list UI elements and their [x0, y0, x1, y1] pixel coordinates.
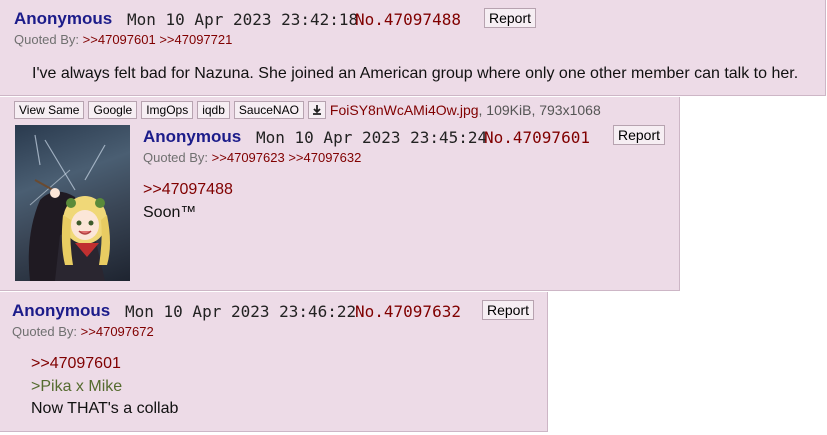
post-date: Mon 10 Apr 2023 23:46:22 — [125, 302, 357, 321]
post-number-link[interactable]: No.47097488 — [355, 10, 461, 29]
post-47097632: Anonymous Mon 10 Apr 2023 23:46:22 No.47… — [0, 292, 548, 432]
backlink[interactable]: >>47097672 — [81, 324, 154, 339]
backlink[interactable]: >>47097721 — [159, 32, 232, 47]
post-message: I've always felt bad for Nazuna. She joi… — [32, 65, 799, 82]
imgops-button[interactable]: ImgOps — [141, 101, 194, 119]
post-thumbnail[interactable] — [15, 125, 130, 281]
quoted-by: Quoted By: >>47097672 — [12, 324, 154, 339]
quoted-by-label: Quoted By: — [143, 150, 209, 165]
google-search-button[interactable]: Google — [88, 101, 138, 119]
backlink[interactable]: >>47097623 — [212, 150, 285, 165]
quoted-by: Quoted By: >>47097623 >>47097632 — [143, 150, 361, 165]
post-date: Mon 10 Apr 2023 23:42:18 — [127, 10, 359, 29]
greentext-line: >Pika x Mike — [31, 378, 123, 395]
report-button[interactable]: Report — [484, 8, 537, 28]
download-icon[interactable] — [307, 101, 326, 119]
file-info: , 109KiB, 793x1068 — [478, 102, 601, 118]
iqdb-button[interactable]: iqdb — [197, 101, 230, 119]
post-message: Soon™ — [143, 204, 197, 221]
post-47097488: Anonymous Mon 10 Apr 2023 23:42:18 No.47… — [0, 0, 826, 96]
post-author: Anonymous — [12, 301, 111, 320]
post-author: Anonymous — [143, 127, 242, 146]
report-button[interactable]: Report — [482, 300, 535, 320]
quote-link[interactable]: >>47097601 — [31, 355, 121, 373]
post-number-link[interactable]: No.47097601 — [484, 128, 590, 147]
quoted-by-label: Quoted By: — [14, 32, 80, 47]
report-button[interactable]: Report — [613, 125, 666, 145]
quoted-by: Quoted By: >>47097601 >>47097721 — [14, 32, 232, 47]
post-message: Now THAT's a collab — [31, 400, 179, 417]
saucenao-button[interactable]: SauceNAO — [233, 101, 304, 119]
backlink[interactable]: >>47097601 — [83, 32, 156, 47]
post-author: Anonymous — [14, 9, 113, 28]
view-same-button[interactable]: View Same — [14, 101, 85, 119]
backlink[interactable]: >>47097632 — [288, 150, 361, 165]
quoted-by-label: Quoted By: — [12, 324, 78, 339]
file-tools: View Same Google ImgOps iqdb SauceNAO FoiSY8n… — [14, 101, 601, 119]
post-number-link[interactable]: No.47097632 — [355, 302, 461, 321]
post-date: Mon 10 Apr 2023 23:45:24 — [256, 128, 488, 147]
quote-link[interactable]: >>47097488 — [143, 181, 233, 199]
file-name-link[interactable]: FoiSY8nWcAMi4Ow.jpg — [330, 102, 479, 118]
